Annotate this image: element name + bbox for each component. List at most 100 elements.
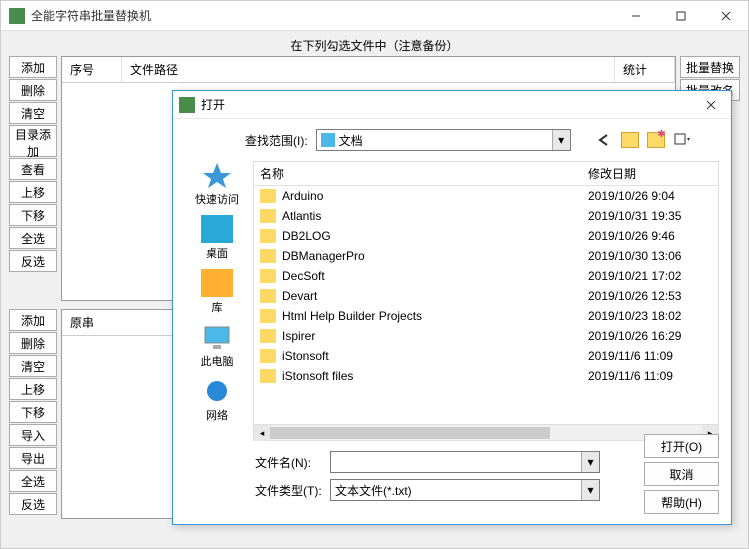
chevron-down-icon[interactable]: ▾ <box>581 480 599 500</box>
open-dialog: 打开 查找范围(I): 文档 ▾ ✱ 快速访问 <box>172 90 732 525</box>
batch-replace-button[interactable]: 批量替换 <box>680 56 740 78</box>
filename-label: 文件名(N): <box>255 454 330 471</box>
select-all-button[interactable]: 全选 <box>9 227 57 249</box>
file-row[interactable]: Arduino2019/10/26 9:04 <box>254 186 718 206</box>
folder-icon <box>260 189 276 203</box>
file-name: DB2LOG <box>282 229 588 243</box>
titlebar: 全能字符串批量替换机 <box>1 1 748 31</box>
scope-label: 查找范围(I): <box>245 132 308 149</box>
invert-string-button[interactable]: 反选 <box>9 493 57 515</box>
clear-string-button[interactable]: 清空 <box>9 355 57 377</box>
place-network[interactable]: 网络 <box>201 377 233 423</box>
file-name: Html Help Builder Projects <box>282 309 588 323</box>
file-name: iStonsoft files <box>282 369 588 383</box>
place-libraries[interactable]: 库 <box>201 269 233 315</box>
folder-icon <box>260 349 276 363</box>
add-string-button[interactable]: 添加 <box>9 309 57 331</box>
dialog-title: 打开 <box>201 96 691 113</box>
bottom-left-buttons: 添加 删除 清空 上移 下移 导入 导出 全选 反选 <box>9 309 57 519</box>
scope-select[interactable]: 文档 ▾ <box>316 129 571 151</box>
network-icon <box>201 377 233 405</box>
clear-button[interactable]: 清空 <box>9 102 57 124</box>
select-all-string-button[interactable]: 全选 <box>9 470 57 492</box>
folder-icon <box>260 249 276 263</box>
file-date: 2019/10/23 18:02 <box>588 309 718 323</box>
move-down-button[interactable]: 下移 <box>9 204 57 226</box>
file-row[interactable]: DecSoft2019/10/21 17:02 <box>254 266 718 286</box>
folder-icon <box>260 229 276 243</box>
place-computer[interactable]: 此电脑 <box>201 323 234 369</box>
file-row[interactable]: Atlantis2019/10/31 19:35 <box>254 206 718 226</box>
import-button[interactable]: 导入 <box>9 424 57 446</box>
file-date: 2019/11/6 11:09 <box>588 369 718 383</box>
view-menu-icon[interactable] <box>673 132 691 148</box>
file-row[interactable]: DBManagerPro2019/10/30 13:06 <box>254 246 718 266</box>
add-button[interactable]: 添加 <box>9 56 57 78</box>
file-name: DecSoft <box>282 269 588 283</box>
delete-string-button[interactable]: 删除 <box>9 332 57 354</box>
file-row[interactable]: Ispirer2019/10/26 16:29 <box>254 326 718 346</box>
help-button[interactable]: 帮助(H) <box>644 490 719 514</box>
move-up-button[interactable]: 上移 <box>9 181 57 203</box>
file-name: Arduino <box>282 189 588 203</box>
cancel-button[interactable]: 取消 <box>644 462 719 486</box>
export-button[interactable]: 导出 <box>9 447 57 469</box>
new-folder-icon[interactable]: ✱ <box>647 132 665 148</box>
maximize-button[interactable] <box>658 1 703 31</box>
file-row[interactable]: iStonsoft2019/11/6 11:09 <box>254 346 718 366</box>
dialog-close-button[interactable] <box>691 91 731 119</box>
open-button[interactable]: 打开(O) <box>644 434 719 458</box>
column-name[interactable]: 名称 <box>254 165 588 182</box>
up-folder-icon[interactable] <box>621 132 639 148</box>
file-view: 名称 修改日期 Arduino2019/10/26 9:04Atlantis20… <box>253 161 719 441</box>
libraries-icon <box>201 269 233 297</box>
minimize-button[interactable] <box>613 1 658 31</box>
file-name: DBManagerPro <box>282 249 588 263</box>
close-button[interactable] <box>703 1 748 31</box>
folder-icon <box>260 329 276 343</box>
place-quick-access[interactable]: 快速访问 <box>195 161 239 207</box>
folder-icon <box>260 209 276 223</box>
scroll-thumb[interactable] <box>270 427 550 439</box>
file-date: 2019/10/21 17:02 <box>588 269 718 283</box>
file-name: Ispirer <box>282 329 588 343</box>
back-icon[interactable] <box>595 132 613 148</box>
file-date: 2019/10/26 16:29 <box>588 329 718 343</box>
col-number[interactable]: 序号 <box>62 57 122 82</box>
file-row[interactable]: iStonsoft files2019/11/6 11:09 <box>254 366 718 386</box>
dialog-titlebar: 打开 <box>173 91 731 119</box>
move-down-string-button[interactable]: 下移 <box>9 401 57 423</box>
folder-icon <box>260 269 276 283</box>
chevron-down-icon[interactable]: ▾ <box>581 452 599 472</box>
star-icon <box>201 161 233 189</box>
col-path[interactable]: 文件路径 <box>122 57 615 82</box>
file-date: 2019/11/6 11:09 <box>588 349 718 363</box>
file-row[interactable]: Html Help Builder Projects2019/10/23 18:… <box>254 306 718 326</box>
scope-value: 文档 <box>339 132 363 149</box>
place-desktop[interactable]: 桌面 <box>201 215 233 261</box>
filetype-select[interactable]: 文本文件(*.txt) ▾ <box>330 479 600 501</box>
col-stat[interactable]: 统计 <box>615 57 675 82</box>
file-date: 2019/10/26 12:53 <box>588 289 718 303</box>
file-list-body[interactable]: Arduino2019/10/26 9:04Atlantis2019/10/31… <box>254 186 718 424</box>
computer-icon <box>201 323 233 351</box>
window-title: 全能字符串批量替换机 <box>31 7 613 24</box>
chevron-down-icon[interactable]: ▾ <box>552 130 570 150</box>
file-row[interactable]: DB2LOG2019/10/26 9:46 <box>254 226 718 246</box>
move-up-string-button[interactable]: 上移 <box>9 378 57 400</box>
invert-select-button[interactable]: 反选 <box>9 250 57 272</box>
file-name: iStonsoft <box>282 349 588 363</box>
view-button[interactable]: 查看 <box>9 158 57 180</box>
file-date: 2019/10/31 19:35 <box>588 209 718 223</box>
document-icon <box>321 133 335 147</box>
filename-input[interactable]: ▾ <box>330 451 600 473</box>
add-dir-button[interactable]: 目录添加 <box>9 125 57 157</box>
file-row[interactable]: Devart2019/10/26 12:53 <box>254 286 718 306</box>
file-date: 2019/10/26 9:46 <box>588 229 718 243</box>
scroll-left-icon[interactable]: ◂ <box>254 425 270 441</box>
top-left-buttons: 添加 删除 清空 目录添加 查看 上移 下移 全选 反选 <box>9 56 57 301</box>
section-label: 在下列勾选文件中（注意备份） <box>9 37 740 54</box>
delete-button[interactable]: 删除 <box>9 79 57 101</box>
column-date[interactable]: 修改日期 <box>588 165 718 182</box>
dialog-icon <box>179 97 195 113</box>
